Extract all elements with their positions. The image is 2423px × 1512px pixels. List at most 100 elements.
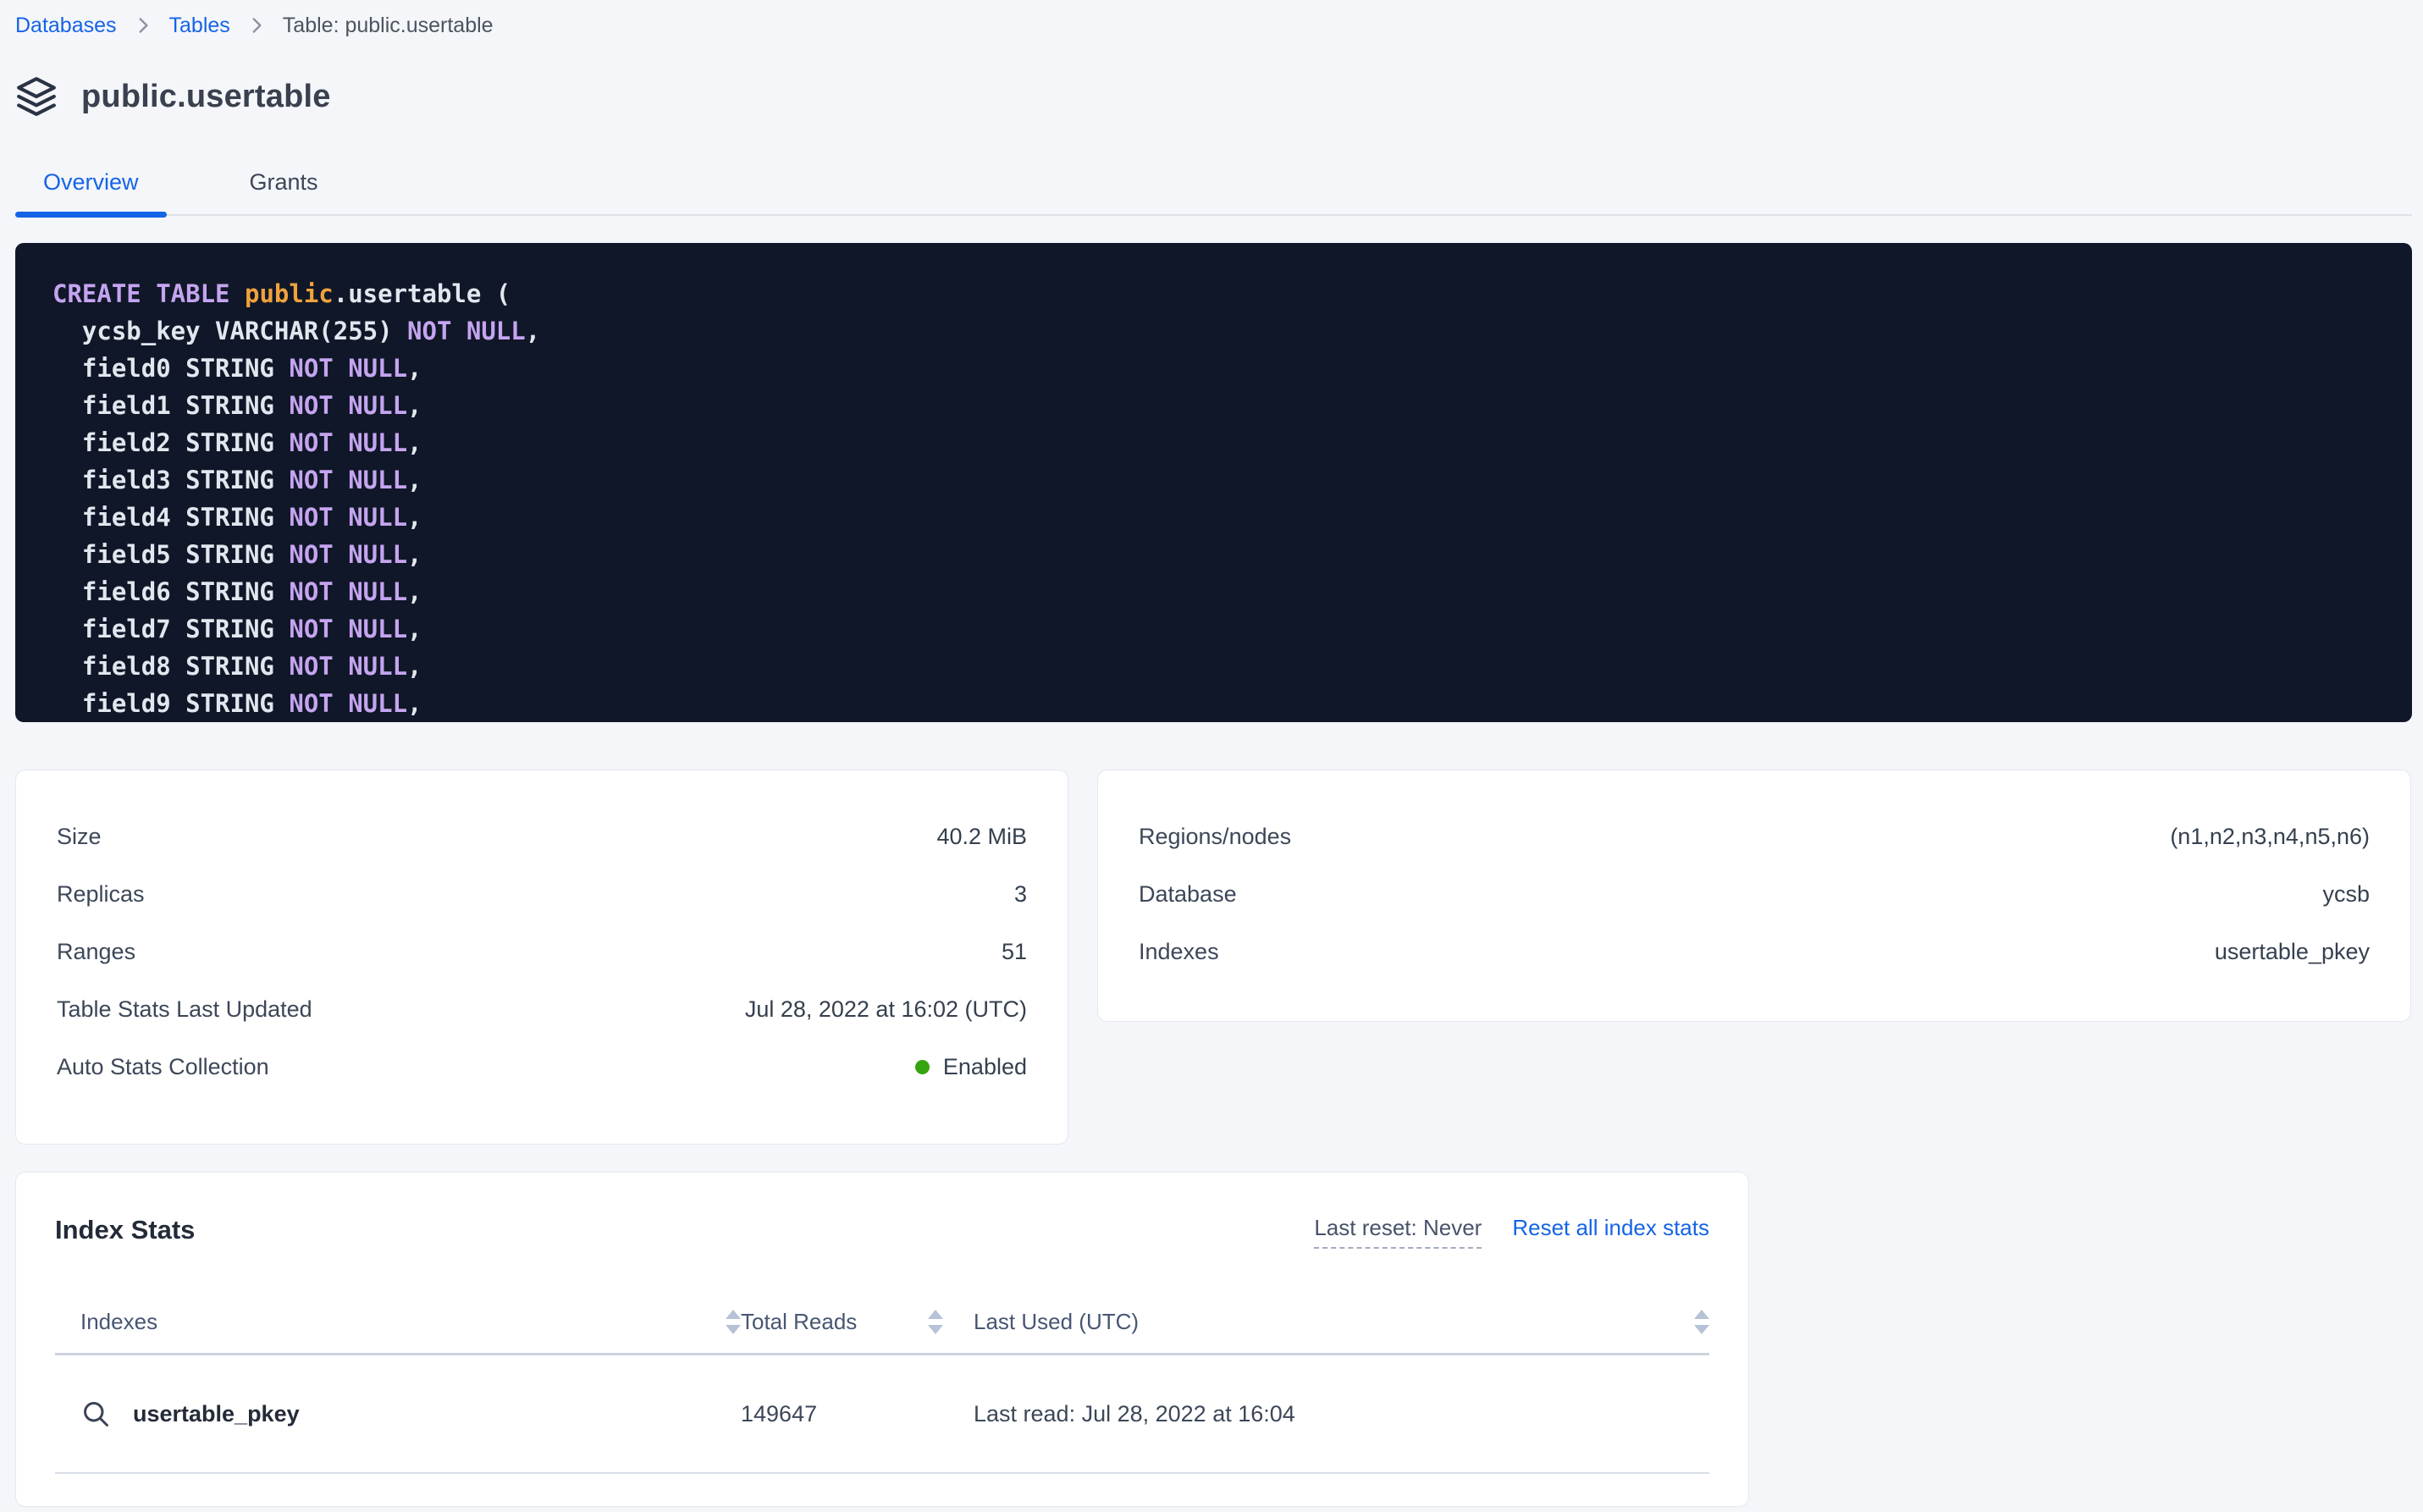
magnifier-icon bbox=[80, 1399, 111, 1429]
tab-grants[interactable]: Grants bbox=[222, 169, 346, 214]
sql-token: field0 STRING bbox=[52, 354, 289, 383]
sql-token: .usertable ( bbox=[334, 279, 511, 308]
index-stats-card: Index Stats Last reset: Never Reset all … bbox=[15, 1172, 1749, 1507]
reset-all-index-stats-link[interactable]: Reset all index stats bbox=[1512, 1215, 1709, 1241]
sql-token: NOT NULL bbox=[289, 615, 407, 643]
detail-value: usertable_pkey bbox=[2215, 939, 2370, 965]
table-row: usertable_pkey 149647 Last read: Jul 28,… bbox=[55, 1355, 1709, 1472]
sort-icon[interactable] bbox=[928, 1310, 943, 1334]
index-name-cell[interactable]: usertable_pkey bbox=[55, 1399, 741, 1429]
sql-token: NOT NULL bbox=[289, 577, 407, 606]
table-location-card: Regions/nodes (n1,n2,n3,n4,n5,n6) Databa… bbox=[1097, 770, 2411, 1022]
sql-token: , bbox=[407, 466, 422, 494]
tab-overview-label: Overview bbox=[43, 169, 139, 195]
sql-token: NOT NULL bbox=[289, 652, 407, 681]
sql-code-line: field2 STRING NOT NULL, bbox=[52, 424, 2387, 461]
sql-token: field8 STRING bbox=[52, 652, 289, 681]
sql-token: NOT NULL bbox=[289, 689, 407, 718]
column-header-total-reads-label: Total Reads bbox=[741, 1309, 857, 1335]
detail-value: 51 bbox=[1002, 939, 1027, 965]
sql-code-line: field0 STRING NOT NULL, bbox=[52, 350, 2387, 387]
breadcrumb-link-tables[interactable]: Tables bbox=[169, 12, 230, 39]
sql-token: field3 STRING bbox=[52, 466, 289, 494]
detail-label: Size bbox=[57, 824, 102, 850]
page-title-row: public.usertable bbox=[15, 74, 2412, 119]
detail-row-database: Database ycsb bbox=[1139, 865, 2370, 923]
sql-token: , bbox=[407, 354, 422, 383]
last-reset-label: Last reset: Never bbox=[1314, 1215, 1482, 1249]
index-stats-header: Index Stats Last reset: Never Reset all … bbox=[55, 1215, 1709, 1249]
detail-row-regions: Regions/nodes (n1,n2,n3,n4,n5,n6) bbox=[1139, 808, 2370, 865]
index-name: usertable_pkey bbox=[133, 1401, 300, 1427]
sql-code-line: field7 STRING NOT NULL, bbox=[52, 610, 2387, 648]
sql-token: , bbox=[407, 540, 422, 569]
tab-bar: Overview Grants bbox=[15, 169, 2412, 216]
sql-token: , bbox=[407, 503, 422, 532]
sort-icon[interactable] bbox=[1694, 1310, 1709, 1334]
sql-code-line: CREATE TABLE public.usertable ( bbox=[52, 275, 2387, 312]
sql-code-line: field4 STRING NOT NULL, bbox=[52, 499, 2387, 536]
sql-token: field9 STRING bbox=[52, 689, 289, 718]
status-enabled-label: Enabled bbox=[943, 1054, 1027, 1080]
detail-value: 40.2 MiB bbox=[936, 824, 1027, 850]
sql-token: , bbox=[407, 615, 422, 643]
sql-token: , bbox=[407, 577, 422, 606]
sql-token: CREATE TABLE bbox=[52, 279, 245, 308]
sql-code-line: field3 STRING NOT NULL, bbox=[52, 461, 2387, 499]
sort-icon[interactable] bbox=[726, 1310, 741, 1334]
detail-row-auto-stats: Auto Stats Collection Enabled bbox=[57, 1038, 1027, 1095]
sql-token: , bbox=[407, 428, 422, 457]
sql-token: NOT NULL bbox=[407, 317, 526, 345]
detail-label: Indexes bbox=[1139, 939, 1219, 965]
column-header-total-reads[interactable]: Total Reads bbox=[741, 1309, 974, 1335]
sql-code-line: field5 STRING NOT NULL, bbox=[52, 536, 2387, 573]
sql-code-line: field6 STRING NOT NULL, bbox=[52, 573, 2387, 610]
tab-grants-label: Grants bbox=[250, 169, 318, 195]
tab-overview[interactable]: Overview bbox=[15, 169, 167, 214]
detail-row-ranges: Ranges 51 bbox=[57, 923, 1027, 980]
detail-cards-row: Size 40.2 MiB Replicas 3 Ranges 51 Table… bbox=[15, 770, 2412, 1145]
table-details-page: Databases Tables Table: public.usertable… bbox=[0, 0, 2423, 1512]
sql-token: field7 STRING bbox=[52, 615, 289, 643]
detail-label: Replicas bbox=[57, 881, 145, 908]
sql-token: , bbox=[407, 689, 422, 718]
sql-token: , bbox=[407, 652, 422, 681]
column-header-indexes-label: Indexes bbox=[80, 1309, 157, 1335]
sql-token: NOT NULL bbox=[289, 428, 407, 457]
detail-row-indexes: Indexes usertable_pkey bbox=[1139, 923, 2370, 980]
breadcrumb-link-databases[interactable]: Databases bbox=[15, 12, 117, 39]
detail-label: Database bbox=[1139, 881, 1237, 908]
detail-label: Table Stats Last Updated bbox=[57, 996, 312, 1023]
active-tab-underline bbox=[15, 212, 167, 218]
index-stats-table-header: Indexes Total Reads Last Used (UTC) bbox=[55, 1303, 1709, 1340]
column-header-last-used[interactable]: Last Used (UTC) bbox=[974, 1309, 1709, 1335]
index-stats-actions: Last reset: Never Reset all index stats bbox=[1314, 1215, 1709, 1249]
detail-label: Regions/nodes bbox=[1139, 824, 1291, 850]
index-stats-title: Index Stats bbox=[55, 1215, 195, 1245]
sql-token: NOT NULL bbox=[289, 354, 407, 383]
total-reads-cell: 149647 bbox=[741, 1401, 974, 1427]
sql-token: NOT NULL bbox=[289, 466, 407, 494]
detail-value: (n1,n2,n3,n4,n5,n6) bbox=[2170, 824, 2370, 850]
sql-token: NOT NULL bbox=[289, 391, 407, 420]
breadcrumb-current: Table: public.usertable bbox=[283, 12, 494, 39]
detail-row-replicas: Replicas 3 bbox=[57, 865, 1027, 923]
sql-token: NOT NULL bbox=[289, 503, 407, 532]
sql-token: field2 STRING bbox=[52, 428, 289, 457]
sql-code-line: field1 STRING NOT NULL, bbox=[52, 387, 2387, 424]
column-header-last-used-label: Last Used (UTC) bbox=[974, 1309, 1139, 1335]
sql-token: field4 STRING bbox=[52, 503, 289, 532]
detail-label: Auto Stats Collection bbox=[57, 1054, 269, 1080]
detail-label: Ranges bbox=[57, 939, 135, 965]
table-row-divider bbox=[55, 1472, 1709, 1474]
page-title: public.usertable bbox=[81, 79, 331, 115]
detail-value: Jul 28, 2022 at 16:02 (UTC) bbox=[745, 996, 1027, 1023]
detail-value: 3 bbox=[1014, 881, 1027, 908]
column-header-indexes[interactable]: Indexes bbox=[55, 1309, 741, 1335]
sql-token: , bbox=[407, 391, 422, 420]
sql-token: NOT NULL bbox=[289, 540, 407, 569]
breadcrumb: Databases Tables Table: public.usertable bbox=[15, 12, 2412, 39]
detail-row-stats-updated: Table Stats Last Updated Jul 28, 2022 at… bbox=[57, 980, 1027, 1038]
sql-code-line: field8 STRING NOT NULL, bbox=[52, 648, 2387, 685]
breadcrumb-chevron-icon bbox=[246, 14, 268, 36]
